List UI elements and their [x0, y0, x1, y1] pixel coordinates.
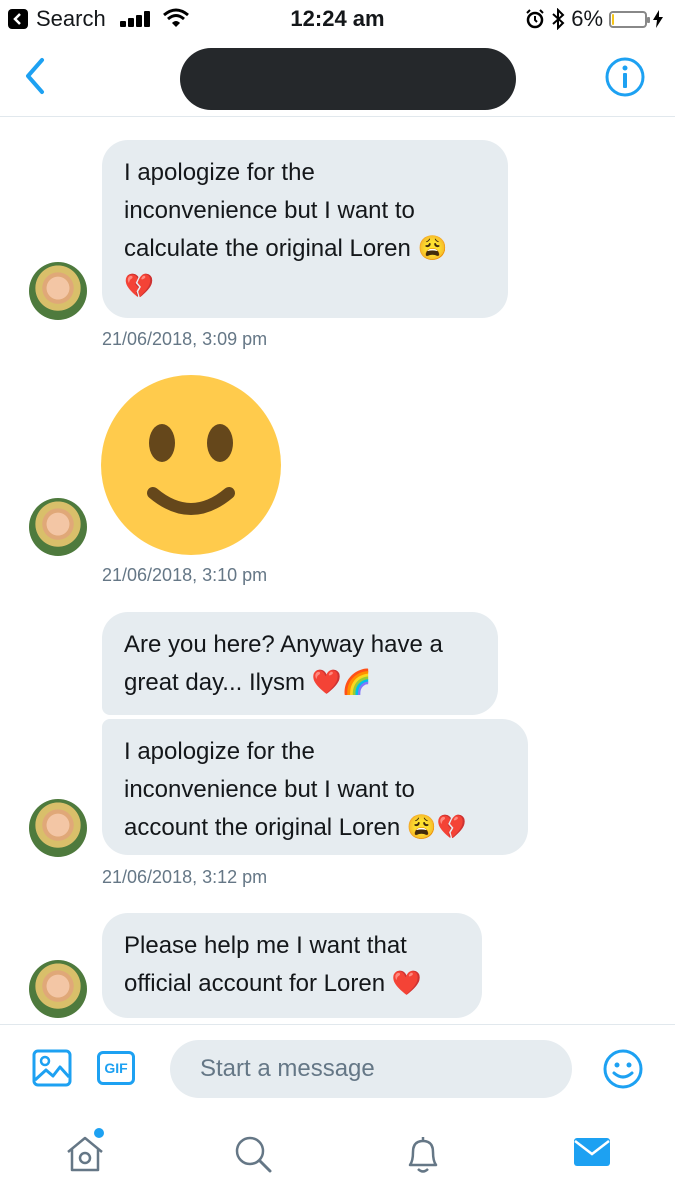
tab-bar [0, 1110, 675, 1200]
back-chevron-icon[interactable] [22, 56, 48, 96]
alarm-icon [526, 9, 544, 29]
smiley-icon[interactable] [602, 1048, 644, 1090]
message-line: inconvenience but I want to [124, 776, 415, 803]
message-line: official account for Loren ❤️ [124, 970, 422, 997]
message-line: 💔 [124, 273, 154, 300]
status-bar: Search 12:24 am 6% [0, 0, 675, 38]
messages-envelope-icon[interactable] [572, 1134, 612, 1170]
message-bubble[interactable]: Please help me I want that official acco… [102, 913, 482, 1018]
home-icon[interactable] [64, 1134, 106, 1174]
sender-avatar[interactable] [29, 799, 87, 857]
message-input[interactable] [170, 1040, 572, 1098]
message-thread[interactable]: I apologize for the inconvenience but I … [0, 117, 675, 1024]
gif-button[interactable]: GIF [97, 1051, 135, 1085]
battery-level-fill [612, 13, 614, 25]
notifications-bell-icon[interactable] [404, 1134, 442, 1176]
charging-bolt-icon [653, 10, 663, 28]
message-line: account the original Loren 😩💔 [124, 814, 467, 841]
message-line: Are you here? Anyway have a [124, 631, 443, 658]
message-timestamp: 21/06/2018, 3:10 pm [102, 565, 268, 585]
status-right: 6% [525, 6, 663, 32]
message-timestamp: 21/06/2018, 3:12 pm [102, 867, 268, 887]
battery-percent: 6% [571, 6, 603, 31]
message-bubble[interactable]: I apologize for the inconvenience but I … [102, 140, 508, 318]
message-composer: GIF [0, 1024, 675, 1111]
sender-avatar[interactable] [29, 262, 87, 320]
message-line: great day... Ilysm ❤️🌈 [124, 669, 372, 696]
info-icon[interactable] [604, 56, 646, 98]
message-bubble[interactable]: I apologize for the inconvenience but I … [102, 719, 528, 855]
message-line: I apologize for the [124, 738, 315, 765]
message-line: Please help me I want that [124, 932, 407, 959]
message-line: inconvenience but I want to [124, 197, 415, 224]
redacted-conversation-title[interactable] [180, 48, 516, 110]
battery-icon [609, 10, 650, 28]
search-icon[interactable] [233, 1134, 273, 1174]
sender-avatar[interactable] [29, 960, 87, 1018]
home-notification-dot [94, 1128, 104, 1138]
slightly-smiling-face-emoji[interactable] [101, 375, 281, 555]
conversation-header [0, 38, 675, 117]
bluetooth-icon [552, 8, 565, 30]
sender-avatar[interactable] [29, 498, 87, 556]
message-line: calculate the original Loren 😩 [124, 235, 448, 262]
message-timestamp: 21/06/2018, 3:09 pm [102, 329, 268, 349]
message-line: I apologize for the [124, 159, 315, 186]
image-icon[interactable] [32, 1049, 72, 1087]
message-bubble[interactable]: Are you here? Anyway have a great day...… [102, 612, 498, 715]
